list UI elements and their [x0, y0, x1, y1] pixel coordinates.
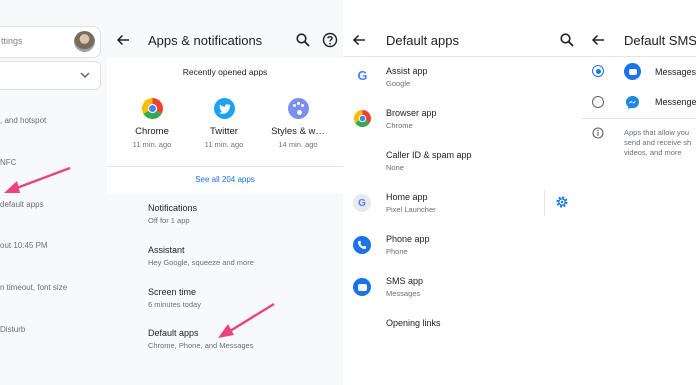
option-label: Messenge — [655, 97, 696, 107]
svg-text:G: G — [358, 68, 368, 83]
palette-icon — [288, 98, 309, 119]
page-title: Default apps — [386, 33, 459, 48]
list-item-subtitle: Google — [386, 79, 411, 88]
messages-icon — [353, 278, 371, 296]
settings-item-apps[interactable]: default apps — [0, 200, 44, 209]
help-icon[interactable] — [322, 32, 338, 48]
search-icon[interactable] — [295, 32, 311, 48]
list-item-title: Assistant — [148, 245, 185, 255]
twitter-icon — [214, 98, 235, 119]
settings-item-sound[interactable]: Disturb — [0, 325, 25, 334]
phone-icon — [353, 236, 371, 254]
list-item-title: Phone app — [386, 234, 430, 244]
recent-app-time: 11 min. ago — [132, 140, 172, 149]
back-arrow-icon[interactable] — [115, 32, 131, 48]
list-item-subtitle: None — [386, 163, 404, 172]
divider — [107, 166, 343, 167]
recent-app-name: Styles & w… — [271, 126, 325, 137]
divider — [544, 190, 545, 216]
info-text-line: Apps that allow you — [624, 128, 690, 137]
list-item-subtitle: Phone — [386, 247, 408, 256]
dropdown-field[interactable] — [0, 61, 101, 90]
gear-icon[interactable] — [555, 195, 569, 209]
page-title: Default SMS a — [624, 33, 696, 48]
back-arrow-icon[interactable] — [351, 32, 367, 48]
recent-app-chrome[interactable]: Chrome 11 min. ago — [121, 98, 183, 153]
settings-item-battery[interactable]: out 10:45 PM — [0, 241, 48, 250]
pointer-arrow — [4, 166, 71, 193]
list-item-title: Assist app — [386, 66, 428, 76]
list-item-subtitle: Off for 1 app — [148, 216, 190, 225]
info-text-line: videos, and more — [624, 148, 682, 157]
list-item-title: Home app — [386, 192, 428, 202]
list-item-title: Default apps — [148, 328, 199, 338]
list-item-title: Caller ID & spam app — [386, 150, 472, 160]
list-item-subtitle: 6 minutes today — [148, 300, 201, 309]
option-label: Messages — [655, 67, 696, 77]
settings-panel: ttings , and hotspot NFC default apps ou… — [0, 0, 107, 385]
recent-apps-card: Recently opened apps Chrome 11 min. ago … — [107, 58, 343, 194]
search-icon[interactable] — [559, 32, 575, 48]
recent-app-time: 11 min. ago — [204, 140, 244, 149]
chrome-icon — [354, 110, 371, 127]
apps-notifications-panel: Apps & notifications Recently opened app… — [107, 0, 343, 385]
messages-icon — [624, 63, 641, 80]
radio-unselected[interactable] — [592, 96, 604, 108]
recent-app-name: Chrome — [135, 126, 169, 137]
search-bar[interactable]: ttings — [0, 26, 101, 58]
info-icon — [592, 127, 604, 139]
list-item-title: Browser app — [386, 108, 437, 118]
default-apps-panel: Default apps G Assist app Google Browser… — [343, 0, 581, 385]
default-sms-panel: Default SMS a Messages Messenge Apps tha… — [581, 0, 696, 385]
recent-app-time: 14 min. ago — [278, 140, 318, 149]
list-item-title: Screen time — [148, 287, 197, 297]
see-all-apps-link[interactable]: See all 204 apps — [107, 175, 343, 184]
search-placeholder: ttings — [1, 36, 23, 46]
recent-app-styles[interactable]: Styles & w… 14 min. ago — [267, 98, 329, 153]
recent-app-name: Twitter — [210, 126, 238, 137]
chevron-down-icon — [80, 72, 90, 78]
radio-selected[interactable] — [592, 65, 604, 77]
info-text-line: send and receive sh — [624, 138, 692, 147]
list-item-subtitle: Messages — [386, 289, 421, 298]
list-item-subtitle: Pixel Launcher — [386, 205, 436, 214]
pointer-arrow — [218, 302, 275, 338]
settings-item-display[interactable]: n timeout, font size — [0, 283, 67, 292]
settings-item-network[interactable]: , and hotspot — [0, 116, 46, 125]
avatar[interactable] — [74, 31, 95, 52]
pixel-launcher-icon: G — [353, 194, 371, 212]
back-arrow-icon[interactable] — [590, 32, 606, 48]
recent-app-twitter[interactable]: Twitter 11 min. ago — [193, 98, 255, 153]
chrome-icon — [142, 98, 163, 119]
list-item-subtitle: Chrome — [386, 121, 413, 130]
divider — [581, 118, 696, 119]
list-item-subtitle: Hey Google, squeeze and more — [148, 258, 254, 267]
list-item-title: SMS app — [386, 276, 424, 286]
google-icon: G — [358, 68, 368, 83]
toolbar-divider — [343, 56, 581, 57]
list-item-title: Notifications — [148, 203, 198, 213]
list-item-title: Opening links — [386, 318, 441, 328]
messenger-icon — [624, 94, 641, 111]
page-title: Apps & notifications — [148, 33, 263, 48]
recent-apps-header: Recently opened apps — [182, 67, 268, 77]
toolbar-divider — [581, 56, 696, 57]
